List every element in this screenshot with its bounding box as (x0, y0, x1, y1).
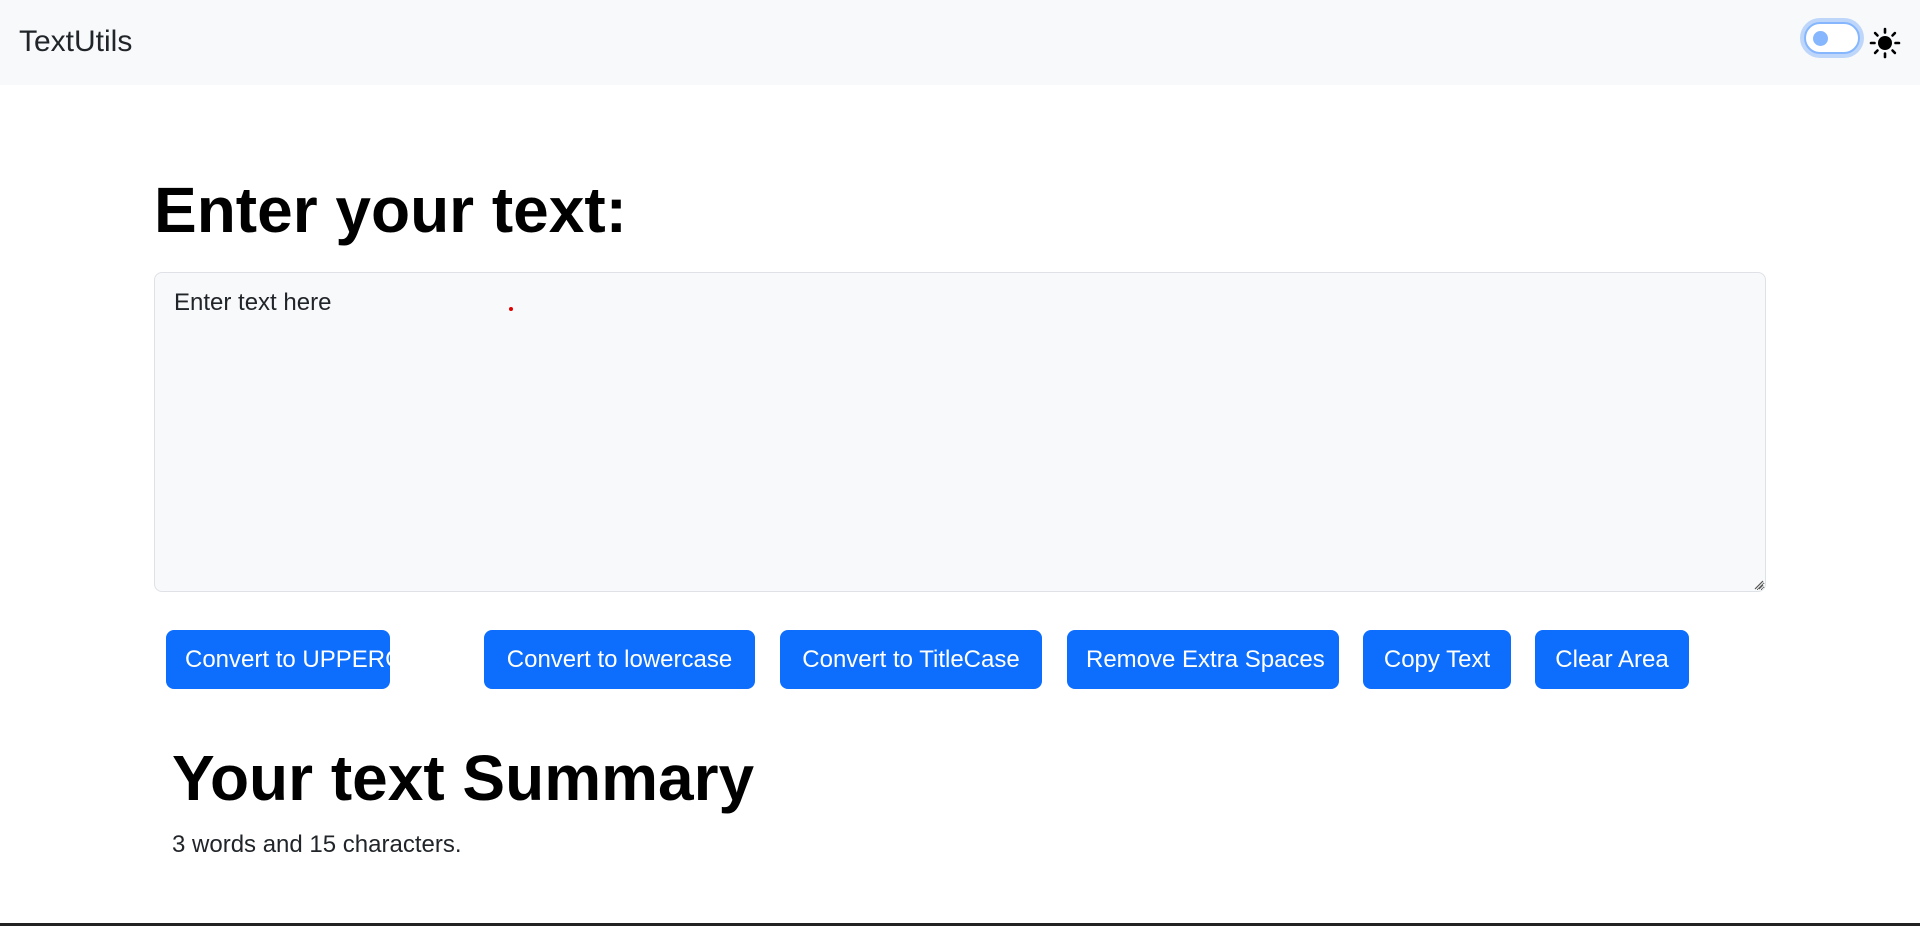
toggle-knob (1813, 31, 1828, 46)
navbar: TextUtils (0, 0, 1920, 85)
remove-extra-spaces-button[interactable]: Remove Extra Spaces (1067, 630, 1339, 689)
clear-area-button[interactable]: Clear Area (1535, 630, 1689, 689)
word-char-count: 3 words and 15 characters. (172, 831, 462, 858)
uppercase-button[interactable]: Convert to UPPERCASE (166, 630, 450, 689)
page-heading: Enter your text: (154, 174, 627, 246)
navbar-brand[interactable]: TextUtils (19, 24, 132, 60)
summary-heading: Your text Summary (172, 742, 755, 814)
lowercase-button[interactable]: Convert to lowercase (484, 630, 755, 689)
titlecase-button[interactable]: Convert to TitleCase (780, 630, 1042, 689)
copy-text-button[interactable]: Copy Text (1363, 630, 1511, 689)
text-input[interactable]: Enter text here (154, 272, 1766, 592)
cursor-marker (509, 307, 513, 311)
resize-grip-icon[interactable] (1754, 580, 1764, 590)
sun-icon (1869, 27, 1901, 59)
dark-mode-toggle[interactable] (1804, 22, 1860, 54)
